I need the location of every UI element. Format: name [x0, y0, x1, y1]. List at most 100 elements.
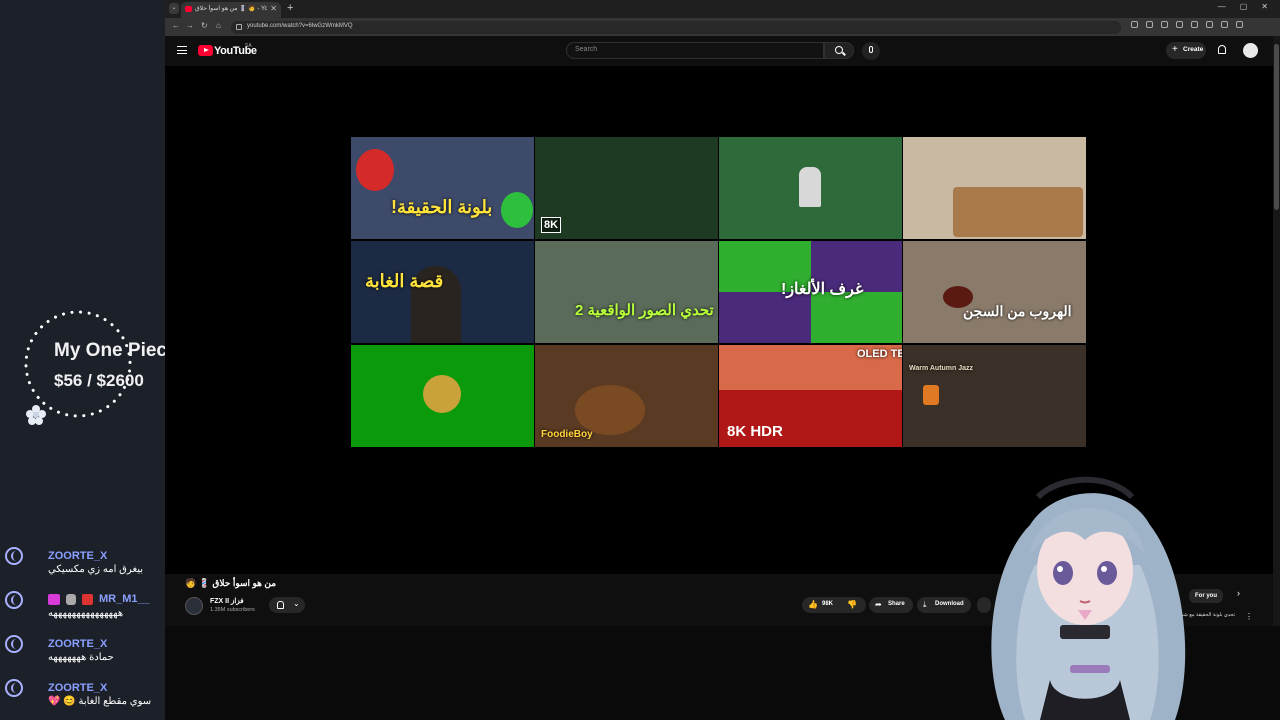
video-thumbnail: FoodieBoy — [535, 345, 718, 447]
extension-icons — [1131, 21, 1243, 28]
search-input[interactable]: Search — [566, 42, 824, 59]
thumbnail-badge: 8K HDR — [727, 423, 783, 440]
thumbnail-caption: غرف الألغاز! — [781, 281, 864, 298]
search-icon — [835, 46, 843, 54]
balloon-shape — [501, 192, 533, 228]
video-thumbnail: غرف الألغاز! — [719, 241, 902, 343]
create-button[interactable]: + Create — [1166, 42, 1206, 59]
video-thumbnail: الهروب من السجن — [903, 241, 1086, 343]
address-bar[interactable]: youtube.com/watch?v=6lwGzWmkMVQ — [231, 21, 1121, 34]
browser-menu-icon[interactable] — [1236, 21, 1243, 28]
download-icon: ⤓ — [923, 600, 927, 609]
thumbs-up-icon: 👍 — [808, 600, 818, 609]
channel-avatar[interactable] — [185, 597, 203, 615]
translate-icon[interactable] — [1146, 21, 1153, 28]
chat-message: ZOORTE_X بيغرق امه زي مكسيكي — [0, 547, 190, 587]
media-icon[interactable] — [1191, 21, 1198, 28]
video-thumbnail: بلونة الحقيقة! — [351, 137, 534, 239]
goal-title: My One Piece — [54, 340, 178, 361]
thumbnail-caption: بلونة الحقيقة! — [391, 197, 493, 217]
moon-icon — [5, 679, 23, 697]
reload-button[interactable]: ↻ — [201, 21, 208, 30]
minimize-button[interactable]: — — [1218, 2, 1226, 11]
like-count: 98K — [822, 601, 834, 607]
chat-text: بيغرق امه زي مكسيكي — [48, 564, 144, 575]
bag-badge-icon — [66, 593, 76, 605]
notifications-bell-icon[interactable] — [1218, 45, 1226, 54]
chat-text: حمادة هههههههه — [48, 652, 114, 663]
chat-text: سوي مقطع الغابة 😊 💖 — [48, 696, 152, 707]
share-button[interactable]: ➦ Share — [869, 597, 913, 613]
moon-icon — [5, 591, 23, 609]
forward-button[interactable]: → — [186, 21, 194, 30]
chat-text: هههههههههههههههه — [48, 608, 124, 619]
thumbs-down-icon[interactable]: 👎 — [847, 600, 857, 609]
flower-icon — [26, 405, 46, 425]
voice-search-button[interactable] — [862, 42, 880, 60]
zoom-icon[interactable] — [1161, 21, 1168, 28]
thumbnail-grid: بلونة الحقيقة! 8K قصة الغابة تحدي الصور … — [351, 137, 1087, 448]
youtube-logo-icon[interactable] — [198, 45, 213, 56]
thumbnail-caption: قصة الغابة — [365, 271, 444, 291]
toolbar: ← → ↻ ⌂ youtube.com/watch?v=6lwGzWmkMVQ — [165, 18, 1280, 36]
channel-name[interactable]: FZX II فزاز — [210, 597, 244, 605]
window-controls: — ▢ ✕ — [1218, 2, 1268, 11]
create-label: Create — [1183, 46, 1204, 53]
more-vert-icon[interactable]: ⋮ — [1245, 612, 1253, 621]
panel-shape — [811, 292, 902, 343]
youtube-masthead: YouTube SA Search + Create — [165, 36, 1273, 66]
subscribed-button[interactable]: ⌄ — [269, 597, 305, 613]
microphone-icon — [869, 46, 873, 53]
chevron-right-icon[interactable]: › — [1237, 588, 1240, 598]
heart-badge-icon — [48, 593, 60, 605]
video-thumbnail: OLED TEST 8K HDR — [719, 345, 902, 447]
site-info-icon[interactable] — [236, 24, 242, 30]
search-button[interactable] — [824, 42, 854, 59]
chat-username: ZOORTE_X — [48, 550, 108, 562]
account-avatar[interactable] — [1243, 43, 1258, 58]
chat-message: MR_M1__ هههههههههههههههه — [0, 591, 190, 631]
chat-username: ZOORTE_X — [48, 638, 108, 650]
profile-icon[interactable] — [1206, 21, 1213, 28]
thumbnail-caption: Warm Autumn Jazz — [909, 365, 974, 372]
chat-badges: MR_M1__ — [48, 593, 150, 605]
chevron-down-icon: ⌄ — [293, 599, 300, 608]
maximize-button[interactable]: ▢ — [1240, 2, 1248, 11]
page-scrollbar[interactable] — [1273, 36, 1280, 626]
bookmark-star-icon[interactable] — [1176, 21, 1183, 28]
thumbnail-caption: OLED TEST — [857, 348, 902, 360]
moon-icon — [5, 547, 23, 565]
stream-overlay-panel: My One Piece $56 / $2600 ZOORTE_X بيغرق … — [0, 0, 178, 720]
bread-table-shape — [953, 187, 1083, 237]
tab-youtube[interactable]: من هو اسوأ حلاق 💈 🧑 - YouTube ✕ — [181, 2, 281, 18]
food-bowl-shape — [575, 385, 645, 435]
subscriber-count: 1.35M subscribers — [210, 607, 255, 613]
fireplace-shape — [923, 385, 939, 405]
gift-badge-icon — [82, 593, 93, 605]
thumbnail-badge: 8K — [541, 217, 562, 233]
share-label: Share — [888, 601, 905, 607]
chat-username: ZOORTE_X — [48, 682, 108, 694]
region-code: SA — [245, 43, 252, 49]
tab-search-button[interactable]: ⌄ — [169, 3, 179, 14]
thumbnail-caption: الهروب من السجن — [963, 303, 1072, 319]
extension-icon[interactable] — [1131, 21, 1138, 28]
extensions-puzzle-icon[interactable] — [1221, 21, 1228, 28]
close-window-button[interactable]: ✕ — [1261, 2, 1268, 11]
new-tab-button[interactable]: + — [287, 2, 293, 14]
plus-icon: + — [1172, 44, 1178, 55]
video-title: من هو اسوأ حلاق 💈 🧑 — [185, 578, 277, 588]
tab-strip: ⌄ من هو اسوأ حلاق 💈 🧑 - YouTube ✕ + — ▢ … — [165, 0, 1280, 18]
back-button[interactable]: ← — [172, 21, 180, 30]
scrollbar-thumb[interactable] — [1274, 44, 1279, 210]
video-thumbnail: Warm Autumn Jazz — [903, 345, 1086, 447]
thumbnail-caption: FoodieBoy — [541, 429, 593, 440]
tab-close-button[interactable]: ✕ — [270, 4, 277, 13]
chat-message: ZOORTE_X سوي مقطع الغابة 😊 💖 — [0, 679, 190, 719]
home-button[interactable]: ⌂ — [216, 21, 221, 30]
menu-icon[interactable] — [177, 46, 187, 54]
bell-icon — [277, 601, 284, 609]
like-dislike-buttons[interactable]: 👍 98K 👎 — [802, 597, 866, 613]
video-thumbnail: قصة الغابة — [351, 241, 534, 343]
goal-progress: $56 / $2600 — [54, 371, 144, 390]
